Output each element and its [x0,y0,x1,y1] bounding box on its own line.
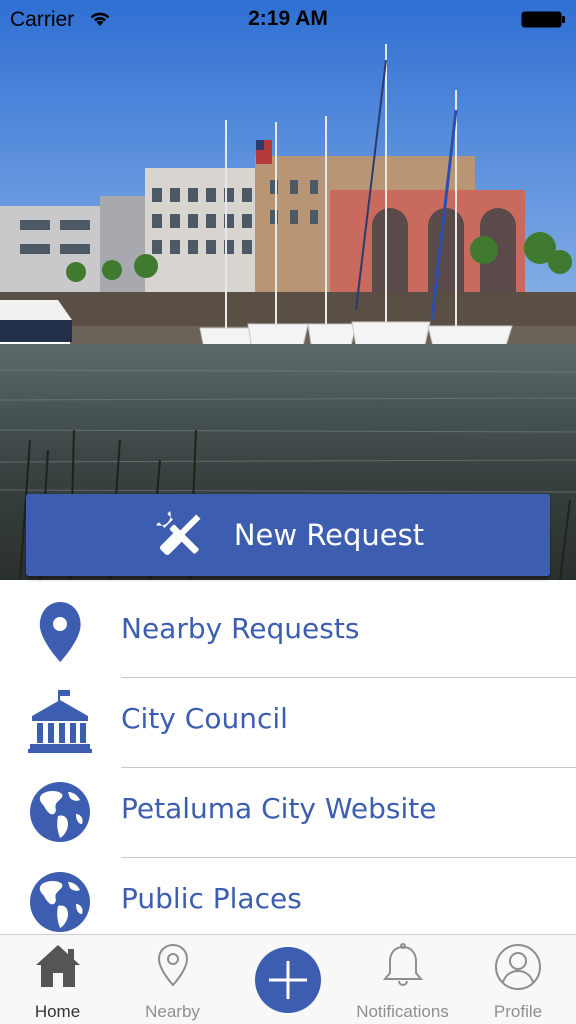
menu-item-label: Petaluma City Website [121,792,437,825]
globe-icon [30,872,90,932]
city-hall-icon [28,690,92,753]
tab-label: Notifications [356,1002,449,1021]
tab-label: Nearby [145,1002,200,1021]
tab-notifications[interactable]: Notifications [345,935,460,1024]
profile-icon [495,944,541,990]
tab-label: Home [34,1002,81,1021]
add-button[interactable] [255,947,321,1013]
tab-home[interactable]: Home [0,935,115,1024]
status-bar: Carrier 2:19 AM [0,0,576,40]
location-pin-icon [39,602,81,662]
tools-icon [155,510,201,555]
globe-icon [30,782,90,842]
status-time: 2:19 AM [248,7,328,30]
tab-nearby[interactable]: Nearby [115,935,230,1024]
menu-list: Nearby Requests City Council Petaluma Ci… [0,588,576,948]
home-icon [35,945,80,987]
bell-icon [382,943,423,986]
menu-item-city-website[interactable]: Petaluma City Website [0,768,576,858]
menu-item-label: Nearby Requests [121,612,360,645]
add-icon [269,961,307,999]
menu-item-city-council[interactable]: City Council [0,678,576,768]
tab-profile[interactable]: Profile [460,935,576,1024]
location-pin-outline-icon [157,943,188,987]
tab-label: Profile [493,1002,543,1021]
menu-item-label: City Council [121,702,288,735]
battery-icon [521,11,565,28]
new-request-button[interactable]: New Request [26,494,550,576]
menu-item-nearby-requests[interactable]: Nearby Requests [0,588,576,678]
new-request-label: New Request [233,518,425,552]
harbor-photo [0,0,576,580]
menu-item-label: Public Places [121,882,302,915]
